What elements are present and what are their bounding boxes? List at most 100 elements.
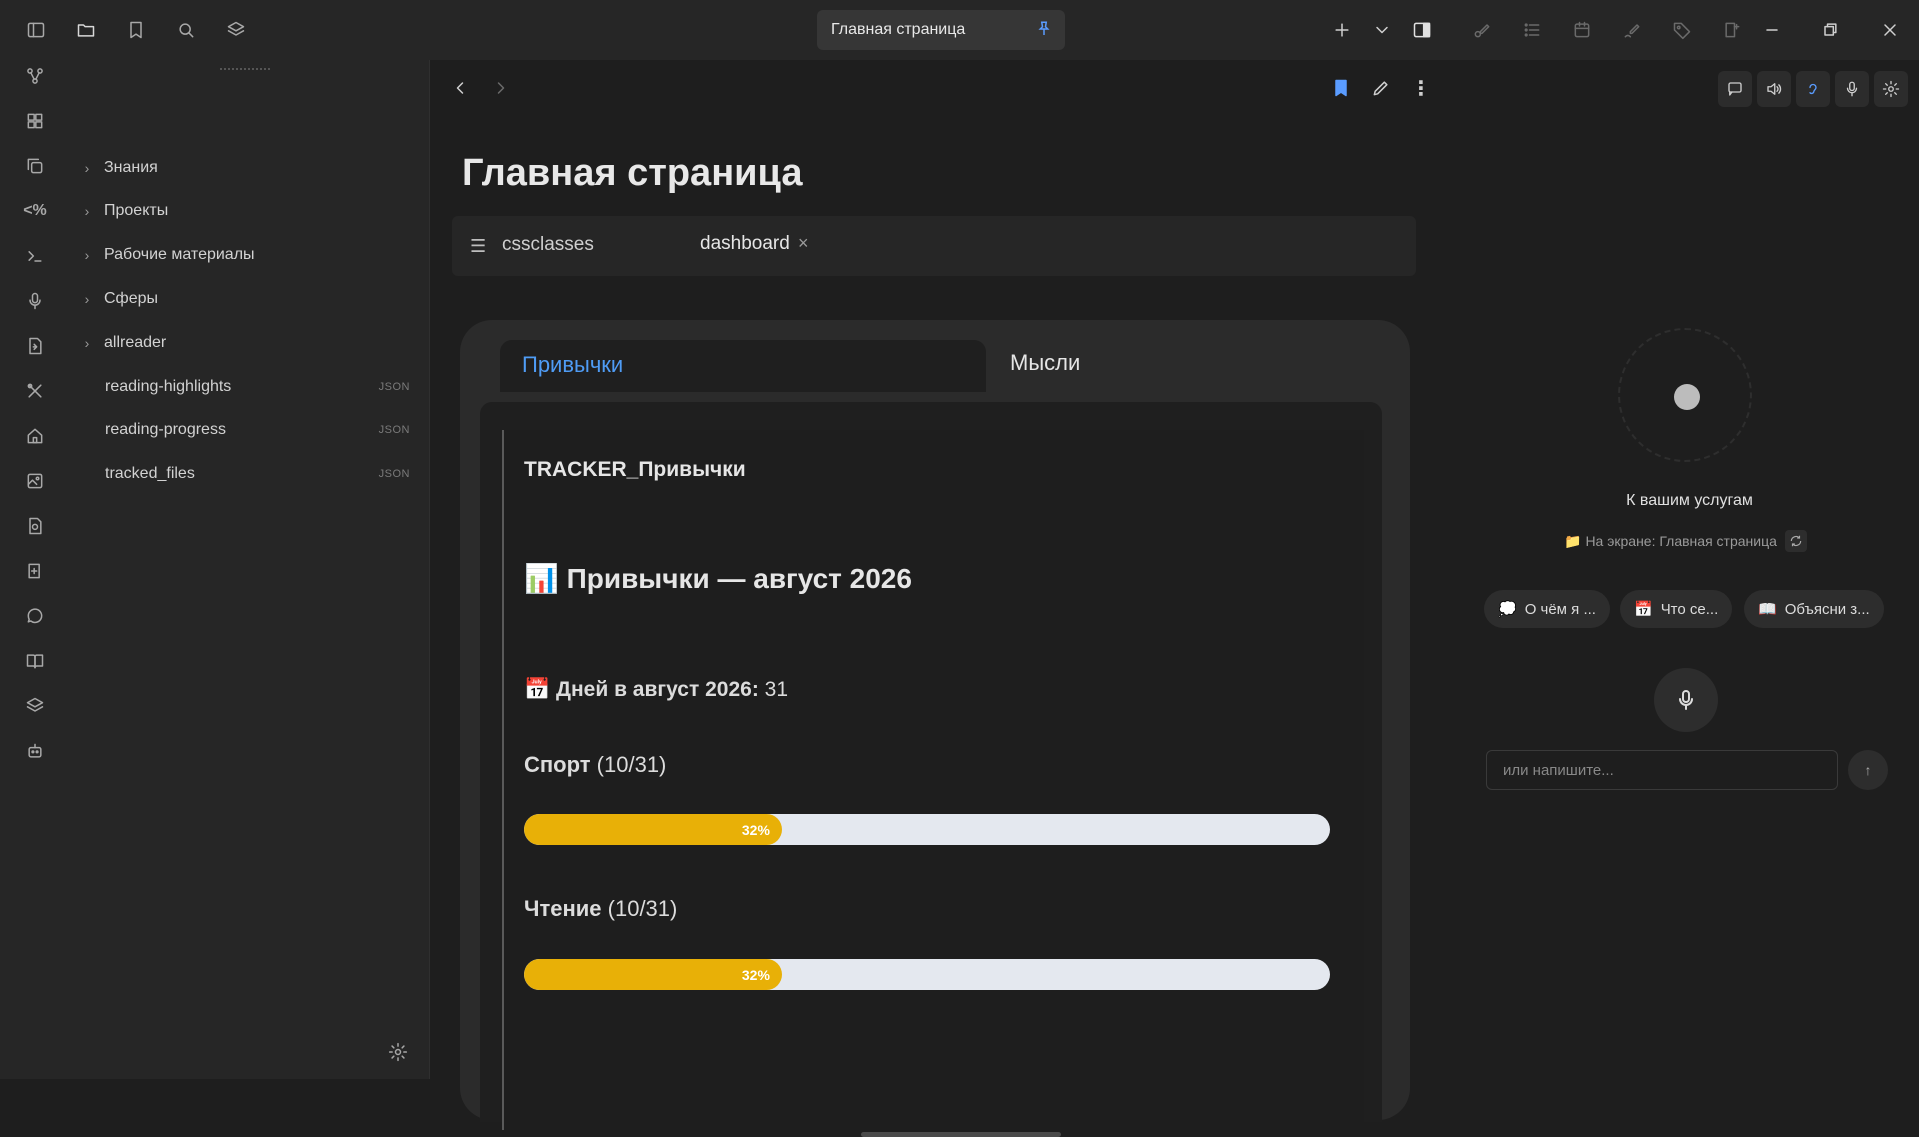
calendar-icon[interactable]: [1566, 14, 1598, 46]
book-plus-icon[interactable]: [1716, 14, 1748, 46]
settings-gear-icon[interactable]: [384, 1038, 412, 1066]
tab-thoughts[interactable]: Мысли: [1010, 350, 1080, 376]
refresh-icon[interactable]: [1784, 530, 1807, 552]
tab-list-chevron-icon[interactable]: [1366, 14, 1398, 46]
bookmark-icon[interactable]: [120, 14, 152, 46]
habits-heading-text: Привычки — август 2026: [566, 563, 912, 594]
terminal-icon[interactable]: [19, 240, 51, 272]
progress-fill: 32%: [524, 814, 782, 845]
calendar-emoji-icon: 📅: [524, 678, 551, 701]
habit-count: (10/31): [596, 752, 667, 777]
forward-arrow-icon[interactable]: [487, 74, 515, 102]
voice-record-button[interactable]: [1654, 668, 1718, 732]
template-code-icon[interactable]: <%: [19, 195, 51, 227]
list-icon[interactable]: [1516, 14, 1548, 46]
mic-icon[interactable]: [1835, 71, 1869, 107]
settings-gear-icon[interactable]: [1874, 71, 1908, 107]
chat-input[interactable]: [1486, 750, 1838, 790]
chevron-right-icon[interactable]: ›: [70, 160, 104, 176]
folder-item[interactable]: › Сферы: [70, 281, 410, 317]
file-item[interactable]: tracked_files JSON: [70, 456, 410, 492]
book-emoji-icon: 📖: [1758, 601, 1777, 618]
right-sidebar-toggle-icon[interactable]: [1406, 14, 1438, 46]
chevron-right-icon[interactable]: ›: [70, 247, 104, 263]
days-count: 📅 Дней в август 2026: 31: [524, 678, 788, 702]
days-value: 31: [764, 678, 789, 701]
link-edit-icon[interactable]: [1466, 14, 1498, 46]
property-key[interactable]: cssclasses: [502, 234, 594, 256]
tab-content: TRACKER_Привычки 📊 Привычки — август 202…: [480, 402, 1382, 1130]
folder-item[interactable]: › allreader: [70, 325, 410, 361]
pen-link-icon[interactable]: [1616, 14, 1648, 46]
layers-icon[interactable]: [19, 690, 51, 722]
import-icon[interactable]: [19, 330, 51, 362]
file-search-icon[interactable]: [19, 510, 51, 542]
suggestion-chip[interactable]: 📖 Объясни з...: [1744, 590, 1884, 628]
edit-pencil-icon[interactable]: [1367, 74, 1395, 102]
assistant-panel: К вашим услугам 📁 На экране: Главная стр…: [1460, 60, 1919, 1079]
book-plus-icon[interactable]: [19, 555, 51, 587]
close-icon[interactable]: [1874, 14, 1906, 46]
chevron-right-icon[interactable]: ›: [70, 203, 104, 219]
note-view: ⋮ Главная страница ☰ cssclasses dashboar…: [430, 60, 1460, 1137]
speaker-icon[interactable]: [1757, 71, 1791, 107]
chevron-right-icon[interactable]: ›: [70, 291, 104, 307]
suggestion-chip[interactable]: 💭 О чём я ...: [1484, 590, 1610, 628]
suggestion-chip[interactable]: 📅 Что се...: [1620, 590, 1733, 628]
image-icon[interactable]: [19, 465, 51, 497]
calendar-emoji-icon: 📅: [1634, 601, 1653, 618]
file-item[interactable]: reading-highlights JSON: [70, 369, 410, 405]
grid-icon[interactable]: [19, 105, 51, 137]
folder-icon[interactable]: [70, 14, 102, 46]
file-item[interactable]: reading-progress JSON: [70, 412, 410, 448]
tag-icon[interactable]: [1666, 14, 1698, 46]
home-icon[interactable]: [19, 420, 51, 452]
folder-item[interactable]: › Проекты: [70, 193, 410, 229]
folder-item[interactable]: › Знания: [70, 150, 410, 186]
orb-dot: [1674, 384, 1700, 410]
assistant-orb: [1618, 328, 1752, 462]
progress-percent: 32%: [741, 821, 770, 838]
drag-handle[interactable]: [220, 68, 270, 72]
mic-icon[interactable]: [19, 285, 51, 317]
layers-icon[interactable]: [220, 14, 252, 46]
folder-label: Рабочие материалы: [104, 246, 255, 263]
remove-tag-icon[interactable]: ×: [798, 233, 809, 254]
tools-icon[interactable]: [19, 375, 51, 407]
file-explorer: › Знания › Проекты › Рабочие материалы ›…: [70, 60, 430, 1079]
chat-bubble-icon[interactable]: [1718, 71, 1752, 107]
habit-count: (10/31): [607, 896, 678, 921]
file-label: reading-highlights: [105, 378, 232, 395]
on-screen-context: 📁 На экране: Главная страница: [1564, 530, 1807, 552]
ear-icon[interactable]: [1796, 71, 1830, 107]
chat-icon[interactable]: [19, 600, 51, 632]
chip-label: Объясни з...: [1784, 600, 1870, 618]
horizontal-scrollbar[interactable]: [861, 1132, 1061, 1137]
file-type-badge: JSON: [378, 424, 410, 436]
back-arrow-icon[interactable]: [446, 74, 474, 102]
folder-item[interactable]: › Рабочие материалы: [70, 237, 410, 273]
new-tab-icon[interactable]: [1326, 14, 1358, 46]
sidebar-toggle-icon[interactable]: [20, 14, 52, 46]
restore-icon[interactable]: [1814, 14, 1846, 46]
graph-icon[interactable]: [19, 60, 51, 92]
minimize-icon[interactable]: [1756, 14, 1788, 46]
folder-label: allreader: [104, 334, 167, 351]
progress-fill: 32%: [524, 959, 782, 990]
property-value-tag[interactable]: dashboard: [700, 233, 790, 255]
tab-habits[interactable]: Привычки: [500, 340, 986, 392]
send-button[interactable]: ↑: [1848, 750, 1888, 790]
bookmark-filled-icon[interactable]: [1327, 74, 1355, 102]
chevron-right-icon[interactable]: ›: [70, 335, 104, 351]
more-options-icon[interactable]: ⋮: [1407, 74, 1435, 102]
pin-icon[interactable]: [1035, 20, 1053, 43]
search-icon[interactable]: [170, 14, 202, 46]
habits-heading: 📊 Привычки — август 2026: [524, 562, 912, 595]
copy-icon[interactable]: [19, 150, 51, 182]
robot-icon[interactable]: [19, 735, 51, 767]
book-open-icon[interactable]: [19, 645, 51, 677]
page-title: Главная страница: [462, 152, 803, 194]
on-screen-text: На экране: Главная страница: [1585, 533, 1777, 549]
assistant-status: К вашим услугам: [1626, 492, 1753, 509]
tab-main-page[interactable]: Главная страница: [817, 10, 1065, 50]
